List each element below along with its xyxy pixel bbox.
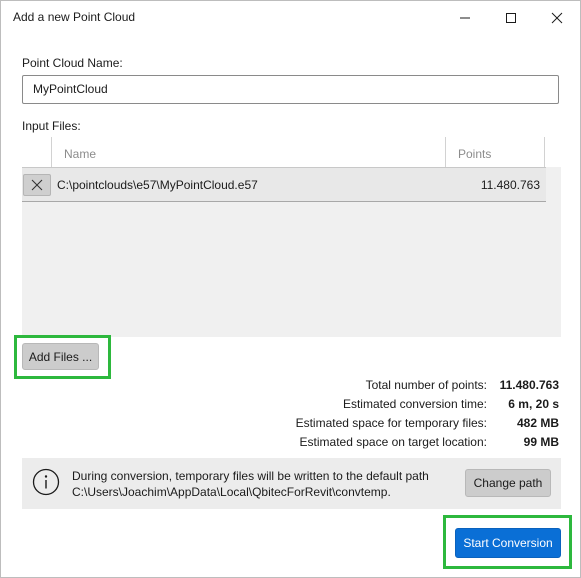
point-cloud-name-label: Point Cloud Name: — [22, 56, 123, 70]
remove-file-icon — [31, 179, 43, 191]
stat-value-conversion-time: 6 m, 20 s — [508, 397, 559, 411]
info-bar: During conversion, temporary files will … — [22, 458, 561, 509]
add-files-button[interactable]: Add Files ... — [22, 343, 99, 370]
column-divider[interactable] — [51, 137, 52, 167]
stat-label-target-space: Estimated space on target location: — [299, 435, 487, 449]
remove-file-button[interactable] — [23, 174, 51, 196]
stat-label-conversion-time: Estimated conversion time: — [342, 397, 487, 411]
minimize-icon — [460, 17, 470, 19]
file-path-cell: C:\pointclouds\e57\MyPointCloud.e57 — [57, 178, 258, 192]
column-header-name[interactable]: Name — [64, 147, 96, 161]
stat-value-total-points: 11.480.763 — [499, 378, 559, 392]
column-divider[interactable] — [445, 137, 446, 167]
input-files-table[interactable]: Name Points C:\pointclouds\e57\MyPointCl… — [22, 137, 561, 337]
close-icon — [551, 12, 563, 24]
dialog-window: Add a new Point Cloud Point Cloud Name: … — [0, 0, 581, 578]
column-header-points[interactable]: Points — [458, 147, 491, 161]
maximize-button[interactable] — [488, 5, 534, 31]
table-header: Name Points — [22, 137, 561, 167]
column-divider[interactable] — [544, 137, 545, 167]
input-files-label: Input Files: — [22, 119, 81, 133]
info-icon — [32, 468, 60, 496]
info-text-line1: During conversion, temporary files will … — [72, 469, 429, 483]
stat-label-temp-space: Estimated space for temporary files: — [295, 416, 487, 430]
change-path-button[interactable]: Change path — [465, 469, 551, 497]
start-conversion-button[interactable]: Start Conversion — [455, 528, 561, 558]
minimize-button[interactable] — [442, 5, 488, 31]
table-row[interactable]: C:\pointclouds\e57\MyPointCloud.e57 11.4… — [22, 168, 546, 202]
stat-value-target-space: 99 MB — [523, 435, 559, 449]
point-cloud-name-input[interactable]: MyPointCloud — [22, 75, 559, 104]
stat-value-temp-space: 482 MB — [516, 416, 559, 430]
maximize-icon — [506, 13, 516, 23]
title-bar: Add a new Point Cloud — [1, 1, 581, 35]
close-button[interactable] — [534, 5, 580, 31]
info-text-path: C:\Users\Joachim\AppData\Local\QbitecFor… — [72, 485, 391, 499]
stat-label-total-points: Total number of points: — [365, 378, 487, 392]
window-title: Add a new Point Cloud — [13, 10, 136, 24]
file-points-cell: 11.480.763 — [480, 178, 540, 192]
